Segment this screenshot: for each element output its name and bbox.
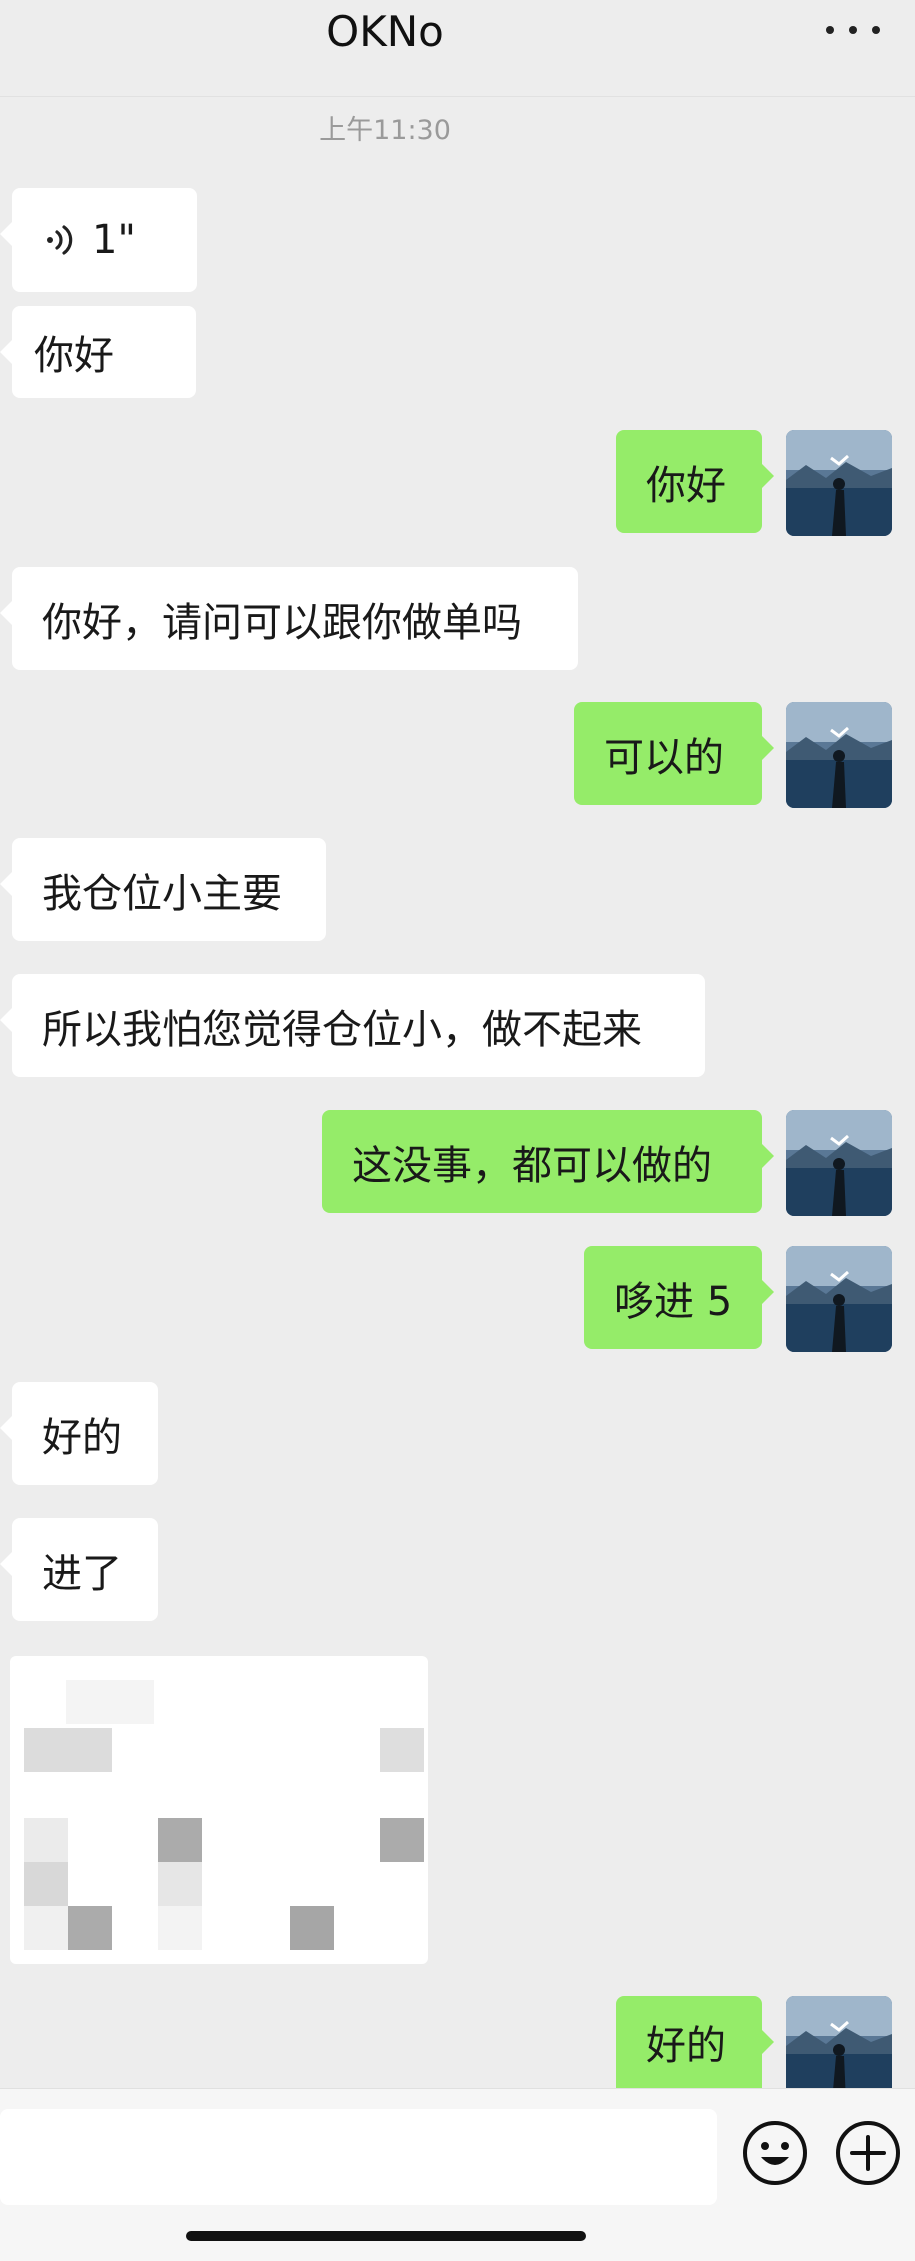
message-text: 好的 <box>646 2023 726 2069</box>
emoji-icon <box>743 2121 807 2185</box>
message-bubble-incoming[interactable]: 所以我怕您觉得仓位小，做不起来 <box>0 974 705 1077</box>
more-horizontal-icon <box>826 26 834 34</box>
home-indicator[interactable] <box>186 2231 586 2241</box>
voice-wave-icon <box>47 225 73 255</box>
pixel-tile <box>66 1680 154 1724</box>
message-text: 这没事，都可以做的 <box>352 1142 712 1189</box>
message-text: 你好 <box>646 462 726 509</box>
pixel-tile <box>24 1818 68 1862</box>
message-input[interactable] <box>0 2109 717 2205</box>
message-bubble-incoming[interactable]: 好的 <box>0 1382 158 1485</box>
voice-message-bubble[interactable]: 1" <box>0 188 197 292</box>
more-dot <box>849 26 857 34</box>
message-bubble-outgoing[interactable]: 哆进 5 <box>584 1246 774 1349</box>
avatar[interactable] <box>786 1996 892 2088</box>
pixel-tile <box>24 1862 68 1906</box>
message-text: 好的 <box>42 1414 122 1461</box>
message-text: 哆进 5 <box>614 1278 733 1325</box>
avatar[interactable] <box>786 1246 892 1352</box>
pixel-tile <box>158 1862 202 1906</box>
pixel-tile <box>68 1906 112 1950</box>
more-options-button[interactable] <box>826 10 880 50</box>
message-text: 进了 <box>42 1550 122 1597</box>
message-bubble-outgoing[interactable]: 好的 <box>616 1996 774 2088</box>
avatar[interactable] <box>786 702 892 808</box>
chat-header: OKNo <box>0 0 915 97</box>
message-text: 你好，请问可以跟你做单吗 <box>42 599 522 646</box>
pixel-tile <box>380 1728 424 1772</box>
chat-screen: OKNo 上午11:30 1" 你好 你好 你好，请问可以跟你做单吗 可以的 我… <box>0 0 915 2261</box>
avatar[interactable] <box>786 1110 892 1216</box>
pixel-tile <box>158 1818 202 1862</box>
voice-duration: 1" <box>92 217 136 263</box>
avatar[interactable] <box>786 430 892 536</box>
message-bubble-outgoing[interactable]: 你好 <box>616 430 774 533</box>
message-bubble-outgoing[interactable]: 这没事，都可以做的 <box>322 1110 774 1213</box>
pixel-tile <box>24 1906 68 1950</box>
more-dot <box>872 26 880 34</box>
pixel-tile <box>158 1906 202 1950</box>
more-actions-button[interactable] <box>834 2119 902 2187</box>
message-text: 所以我怕您觉得仓位小，做不起来 <box>42 1006 642 1053</box>
message-text: 你好 <box>34 333 114 379</box>
message-text: 我仓位小主要 <box>42 870 282 917</box>
message-bubble-outgoing[interactable]: 可以的 <box>574 702 774 805</box>
message-text: 可以的 <box>604 734 724 781</box>
message-timestamp: 上午11:30 <box>319 115 451 146</box>
emoji-button[interactable] <box>741 2119 809 2187</box>
message-bubble-incoming[interactable]: 我仓位小主要 <box>0 838 326 941</box>
chat-title: OKNo <box>326 7 444 56</box>
message-input-bar <box>0 2088 915 2261</box>
message-bubble-incoming[interactable]: 进了 <box>0 1518 158 1621</box>
message-bubble-incoming[interactable]: 你好 <box>0 306 196 398</box>
message-bubble-incoming[interactable]: 你好，请问可以跟你做单吗 <box>0 567 578 670</box>
plus-circle-icon <box>836 2121 900 2185</box>
pixel-tile <box>290 1906 334 1950</box>
pixel-tile <box>24 1728 112 1772</box>
image-message[interactable] <box>10 1656 428 1964</box>
pixel-tile <box>380 1818 424 1862</box>
